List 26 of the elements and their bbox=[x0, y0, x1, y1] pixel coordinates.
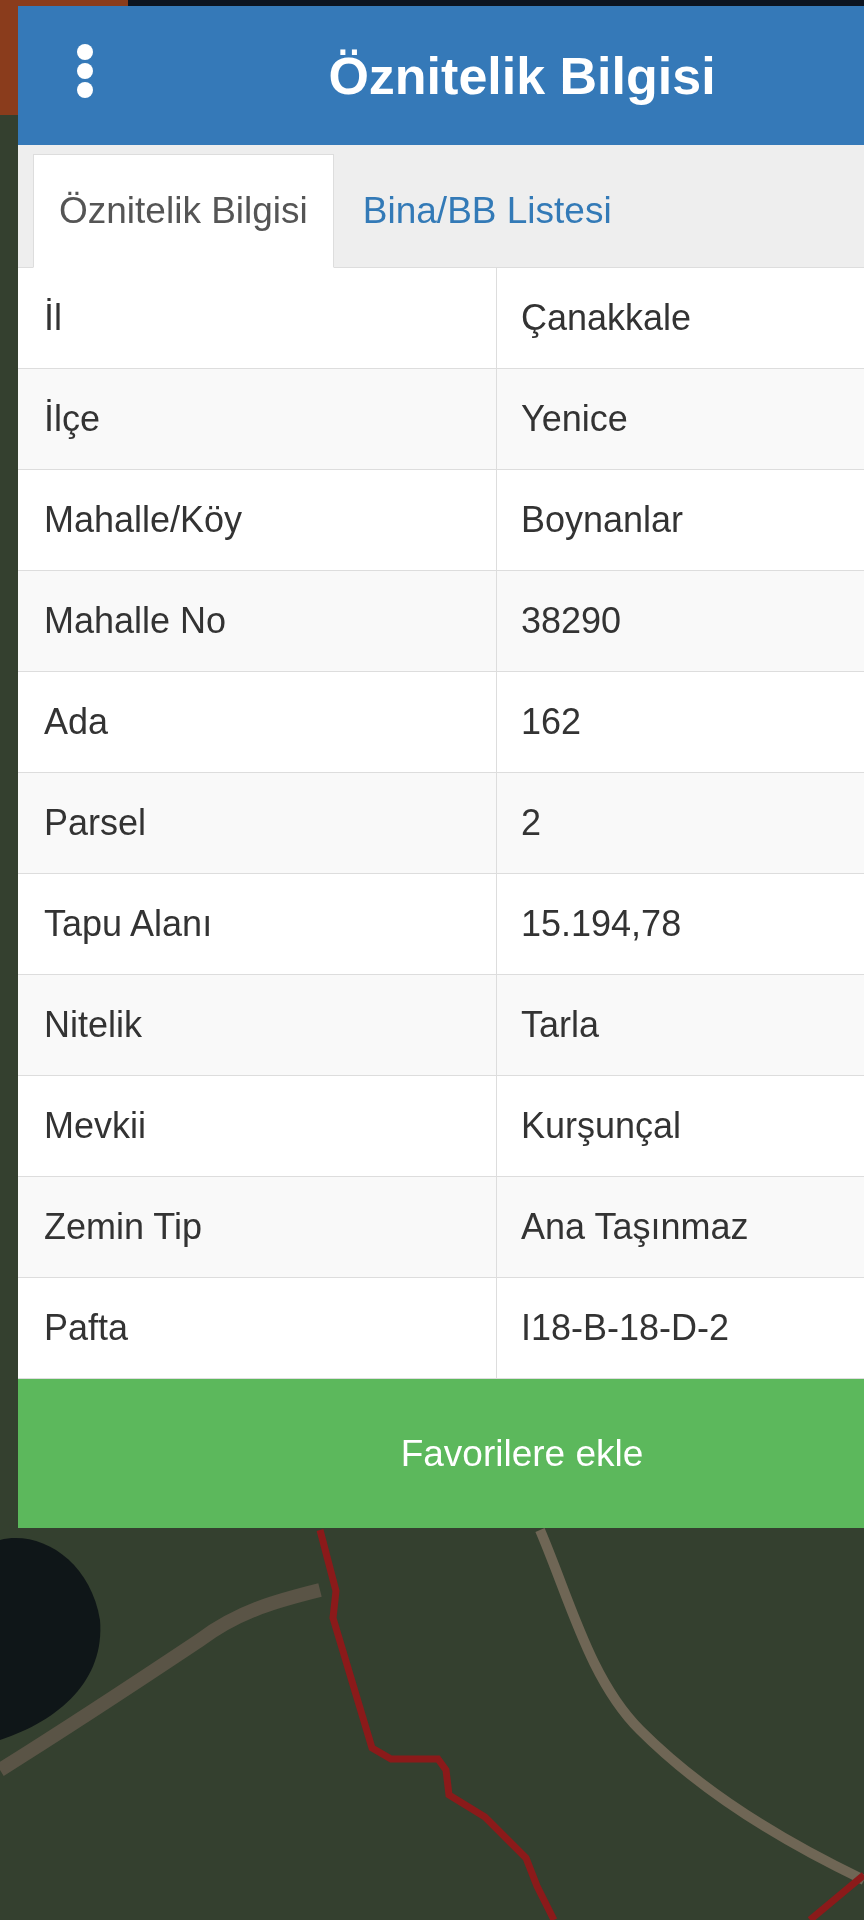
attribute-label-cell: İl bbox=[18, 268, 497, 368]
tab[interactable]: Öznitelik Bilgisi bbox=[33, 154, 334, 268]
attribute-label-cell: Pafta bbox=[18, 1278, 497, 1378]
attribute-value-cell-text: Kurşunçal bbox=[520, 1104, 683, 1148]
attribute-value-cell-text: 162 bbox=[520, 700, 583, 744]
attribute-label-cell: Mevkii bbox=[18, 1076, 497, 1176]
attribute-value-cell-text: Ana Taşınmaz bbox=[520, 1205, 750, 1249]
attribute-label-cell: Tapu Alanı bbox=[18, 874, 497, 974]
add-to-favorites-button[interactable]: Favorilere ekle bbox=[18, 1379, 864, 1528]
attribute-label-cell: Mahalle/Köy bbox=[18, 470, 497, 570]
attribute-value-cell-text: Yenice bbox=[520, 397, 629, 441]
attribute-label-cell: Parsel bbox=[18, 773, 497, 873]
attribute-label-cell: Nitelik bbox=[18, 975, 497, 1075]
attribute-value-cell-text: Çanakkale bbox=[520, 296, 693, 340]
attribute-value-cell-text: I18-B-18-D-2 bbox=[520, 1306, 731, 1350]
attribute-value-cell-text: 38290 bbox=[520, 599, 623, 643]
attribute-value-cell-text: 2 bbox=[520, 801, 543, 845]
attribute-value-cell-text: Boynanlar bbox=[520, 498, 685, 542]
attribute-label-cell: Zemin Tip bbox=[18, 1177, 497, 1277]
attribute-label-cell: Mahalle No bbox=[18, 571, 497, 671]
menu-icon[interactable] bbox=[77, 43, 93, 98]
attribute-label-cell: İlçe bbox=[18, 369, 497, 469]
attribute-label-cell: Ada bbox=[18, 672, 497, 772]
attribute-value-cell-text: Tarla bbox=[520, 1003, 601, 1047]
tab[interactable]: Bina/BB Listesi bbox=[333, 154, 641, 268]
attribute-value-cell-text: 15.194,78 bbox=[520, 902, 683, 946]
